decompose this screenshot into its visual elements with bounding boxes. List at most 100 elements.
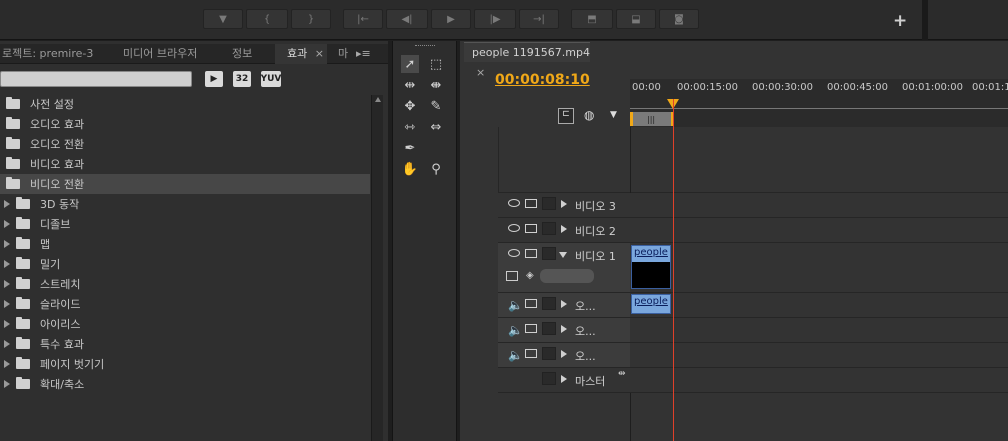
track-lock-box[interactable] (542, 297, 556, 310)
mark-in-icon[interactable]: { (246, 9, 288, 29)
step-forward-icon[interactable]: |▶ (474, 9, 516, 29)
timeline-clip[interactable]: people (631, 245, 671, 289)
expand-arrow-icon[interactable] (4, 360, 10, 368)
accelerated-effects-icon[interactable]: ▶ (205, 71, 223, 87)
timeline-clip[interactable]: people (631, 294, 671, 314)
mark-out-icon[interactable]: } (291, 9, 331, 29)
expand-arrow-icon[interactable] (4, 240, 10, 248)
eye-icon[interactable] (508, 224, 520, 232)
track-lane[interactable] (630, 368, 1008, 393)
expand-arrow-icon[interactable] (561, 200, 567, 208)
tab-effects[interactable]: 효과 × (275, 44, 327, 64)
slip-tool-icon[interactable]: ⇿ (401, 118, 419, 136)
track-lane[interactable] (630, 318, 1008, 343)
expand-arrow-icon[interactable] (4, 380, 10, 388)
add-button-icon[interactable]: + (893, 11, 907, 31)
expand-arrow-icon[interactable] (561, 300, 567, 308)
eye-icon[interactable] (508, 199, 520, 207)
extract-icon[interactable]: ⬓ (616, 9, 656, 29)
track-lane[interactable] (630, 218, 1008, 243)
zoom-tool-icon[interactable]: ⚲ (427, 160, 445, 178)
sync-lock-icon[interactable] (525, 199, 537, 208)
expand-arrow-icon[interactable] (4, 340, 10, 348)
effects-tree-item[interactable]: 3D 동작 (0, 194, 370, 214)
speaker-icon[interactable]: 🔈 (508, 323, 523, 337)
expand-arrow-icon[interactable] (4, 280, 10, 288)
pen-tool-icon[interactable]: ✒ (401, 139, 419, 157)
track-lane[interactable] (630, 193, 1008, 218)
32bit-chip[interactable]: 32 (233, 71, 251, 87)
track-header[interactable]: 마스터 ⇹ (498, 368, 630, 393)
sequence-tab[interactable]: people 1191567.mp4 × (464, 42, 590, 79)
expand-arrow-icon[interactable] (561, 350, 567, 358)
track-header[interactable]: 비디오 2 (498, 218, 630, 243)
tab-project[interactable]: 로젝트: premire-3 (2, 44, 93, 64)
snap-icon[interactable]: ⊏ (558, 108, 574, 124)
effects-tree-item[interactable]: 밀기 (0, 254, 370, 274)
eye-icon[interactable] (508, 249, 520, 257)
tab-media-browser[interactable]: 미디어 브라우저 (123, 44, 197, 64)
current-timecode[interactable]: 00:00:08:10 (495, 72, 590, 88)
work-area-bar[interactable]: ||| (630, 112, 674, 126)
export-frame-icon[interactable]: ◙ (659, 9, 699, 29)
close-icon[interactable]: × (476, 66, 485, 79)
tab-more[interactable]: 마 (338, 44, 348, 64)
expand-arrow-icon[interactable] (4, 220, 10, 228)
track-header[interactable]: 비디오 3 (498, 193, 630, 218)
scroll-up-icon[interactable] (375, 97, 381, 102)
track-lock-box[interactable] (542, 222, 556, 235)
track-lock-box[interactable] (542, 372, 556, 385)
step-back-icon[interactable]: ◀| (386, 9, 428, 29)
effects-tree-item[interactable]: 디졸브 (0, 214, 370, 234)
hand-tool-icon[interactable]: ✋ (401, 160, 419, 178)
play-icon[interactable]: ▶ (431, 9, 471, 29)
effects-tree-item[interactable]: 사전 설정 (0, 94, 370, 114)
display-style-icon[interactable] (506, 271, 518, 281)
marker-icon[interactable]: ▼ (610, 110, 617, 120)
track-lock-box[interactable] (542, 247, 556, 260)
track-header[interactable]: 🔈 오... (498, 293, 630, 318)
rolling-edit-tool-icon[interactable]: ⇼ (427, 76, 445, 94)
marker-icon[interactable]: ▼ (203, 9, 243, 29)
close-icon[interactable]: × (315, 47, 324, 60)
track-lane[interactable]: people (630, 293, 1008, 318)
track-header[interactable]: 🔈 오... (498, 318, 630, 343)
effects-tree-item[interactable]: 스트레치 (0, 274, 370, 294)
expand-arrow-icon[interactable] (561, 375, 567, 383)
selection-tool-icon[interactable]: ➚ (401, 55, 419, 73)
sync-lock-icon[interactable] (525, 249, 537, 258)
slide-tool-icon[interactable]: ⇔ (427, 118, 445, 136)
go-to-in-icon[interactable]: |← (343, 9, 383, 29)
expand-arrow-icon[interactable] (4, 300, 10, 308)
lift-icon[interactable]: ⬒ (571, 9, 613, 29)
keyframe-navigator[interactable] (540, 269, 594, 283)
track-lane[interactable] (630, 343, 1008, 368)
expand-arrow-icon[interactable] (4, 320, 10, 328)
sync-lock-icon[interactable] (525, 224, 537, 233)
track-lane[interactable]: people (630, 243, 1008, 293)
effects-tree-item[interactable]: 슬라이드 (0, 294, 370, 314)
effects-tree-item[interactable]: 오디오 전환 (0, 134, 370, 154)
effects-tree-item[interactable]: 맵 (0, 234, 370, 254)
track-select-tool-icon[interactable]: ⬚ (427, 55, 445, 73)
expand-arrow-icon[interactable] (4, 260, 10, 268)
track-header[interactable]: 비디오 1 ◈ (498, 243, 630, 293)
effects-search-input[interactable] (0, 71, 192, 87)
yuv-chip[interactable]: YUV (261, 71, 281, 87)
keyframe-icon[interactable]: ◈ (526, 270, 534, 281)
effects-tree-item[interactable]: 비디오 효과 (0, 154, 370, 174)
tab-info[interactable]: 정보 (232, 44, 252, 64)
speaker-icon[interactable]: 🔈 (508, 298, 523, 312)
add-marker-icon[interactable]: ◍ (584, 108, 598, 122)
razor-tool-icon[interactable]: ✎ (427, 97, 445, 115)
track-header[interactable]: 🔈 오... (498, 343, 630, 368)
effects-tree-item[interactable]: 아이리스 (0, 314, 370, 334)
ripple-edit-tool-icon[interactable]: ⇹ (401, 76, 419, 94)
effects-tree-item[interactable]: 특수 효과 (0, 334, 370, 354)
panel-menu-icon[interactable]: ▸≡ (356, 44, 371, 64)
expand-arrow-icon[interactable] (4, 200, 10, 208)
effects-tree-item[interactable]: 비디오 전환 (0, 174, 370, 194)
effects-scrollbar[interactable] (371, 95, 383, 441)
track-lock-box[interactable] (542, 197, 556, 210)
track-lock-box[interactable] (542, 322, 556, 335)
